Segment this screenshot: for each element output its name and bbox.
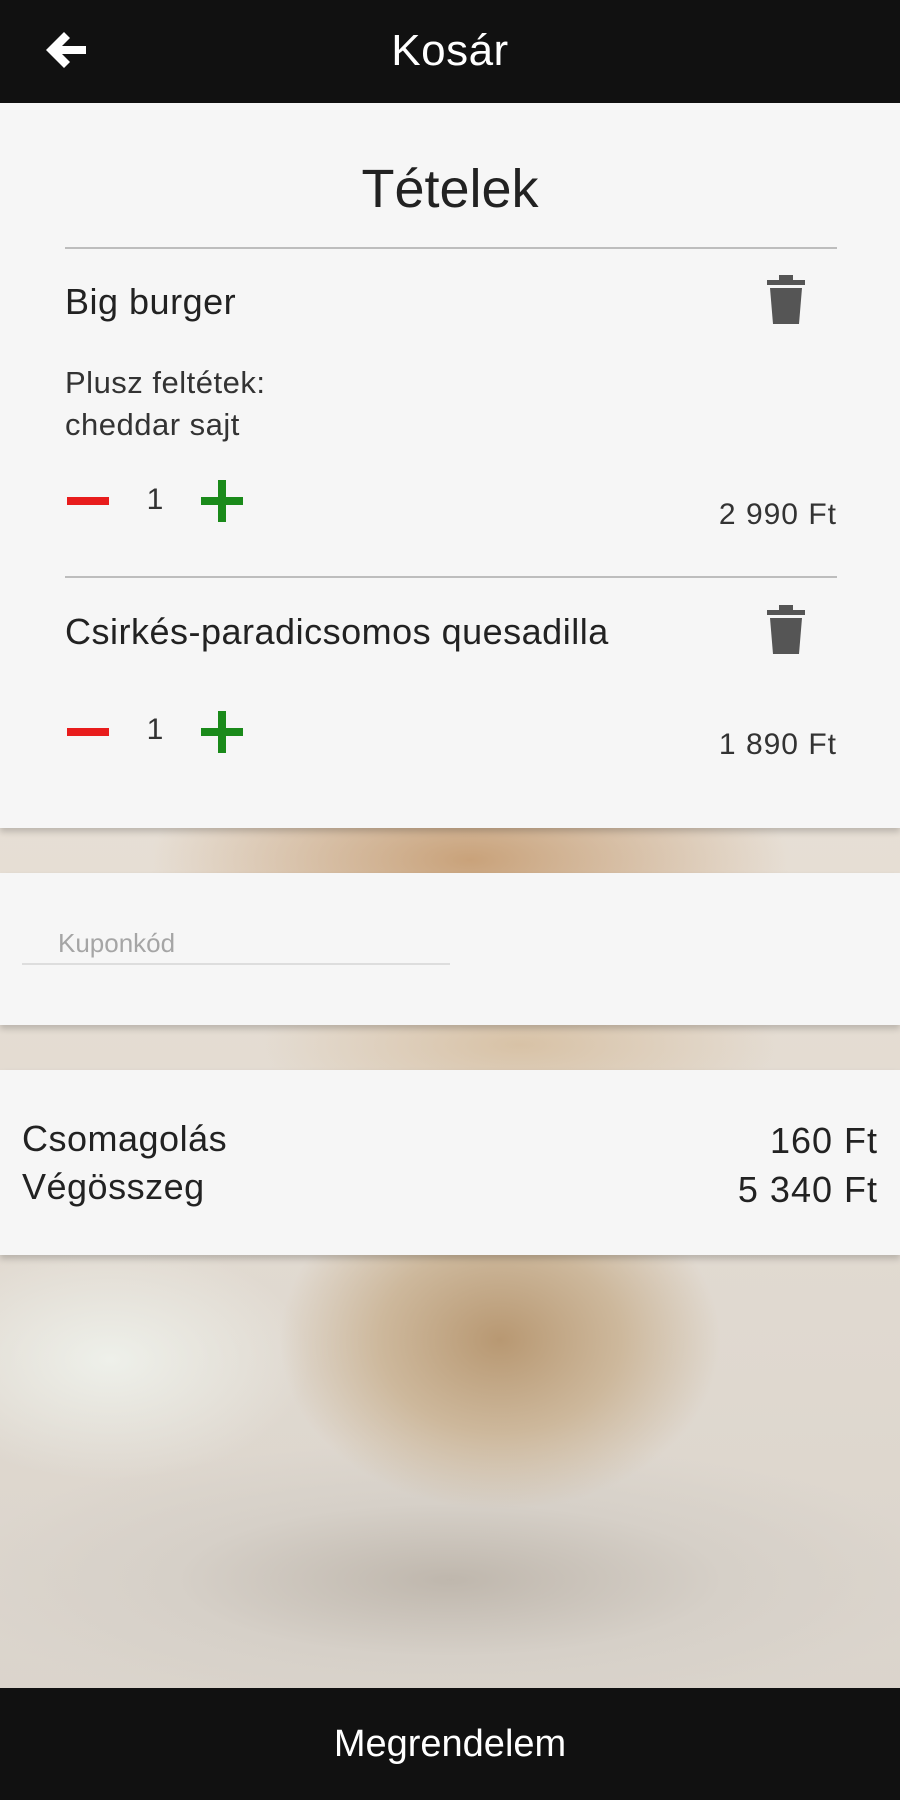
quantity-increase-button[interactable]	[199, 709, 245, 755]
item-extras-value: cheddar sajt	[65, 407, 240, 442]
trash-icon[interactable]	[764, 274, 808, 326]
quantity-value: 1	[146, 483, 164, 516]
quantity-value: 1	[146, 713, 164, 746]
cart-items-card: Tételek Big burger Plusz feltétek: chedd…	[0, 103, 900, 828]
totals-card: Csomagolás 160 Ft Végösszeg 5 340 Ft	[0, 1070, 900, 1255]
item-price: 1 890 Ft	[718, 728, 837, 761]
trash-icon[interactable]	[764, 604, 808, 656]
page-title: Kosár	[391, 26, 509, 75]
app-header: Kosár	[0, 0, 900, 103]
divider	[65, 576, 837, 578]
order-button[interactable]: Megrendelem	[0, 1688, 900, 1800]
packaging-label: Csomagolás	[22, 1118, 228, 1159]
coupon-code-input[interactable]	[22, 923, 450, 965]
item-extras-label: Plusz feltétek:	[65, 365, 266, 400]
item-name: Big burger	[65, 281, 237, 322]
coupon-card	[0, 873, 900, 1025]
divider	[65, 247, 837, 249]
item-name: Csirkés-paradicsomos quesadilla	[65, 611, 609, 652]
packaging-value: 160 Ft	[769, 1120, 878, 1161]
item-price: 2 990 Ft	[718, 498, 837, 531]
grand-total-value: 5 340 Ft	[737, 1169, 878, 1210]
items-section-title: Tételek	[361, 159, 539, 219]
quantity-decrease-button[interactable]	[65, 478, 111, 524]
quantity-increase-button[interactable]	[199, 478, 245, 524]
grand-total-label: Végösszeg	[22, 1166, 205, 1207]
quantity-decrease-button[interactable]	[65, 709, 111, 755]
